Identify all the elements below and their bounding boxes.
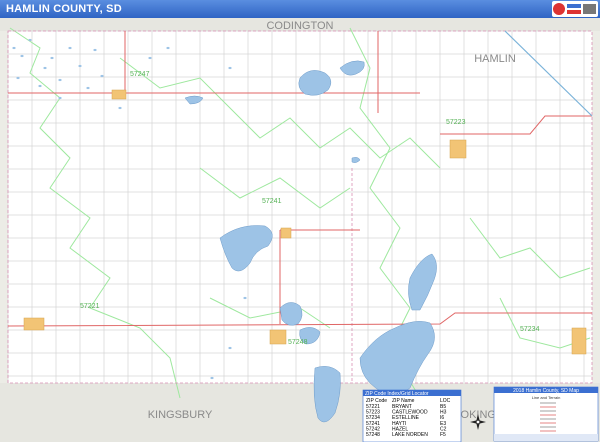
lake-tiny-2 bbox=[351, 157, 361, 163]
map-legend: 2018 Hamlin County, SD Map Line and Terr… bbox=[493, 386, 599, 442]
zip-label: 57221 bbox=[80, 303, 100, 310]
lake-small-1 bbox=[279, 302, 303, 326]
railroad-line bbox=[504, 30, 593, 117]
neighbor-band-west bbox=[0, 31, 8, 383]
pond bbox=[118, 106, 122, 110]
pond bbox=[228, 66, 232, 70]
map-page: HAMLIN COUNTY, SD CODINGTON HAMLIN KINGS… bbox=[0, 0, 600, 442]
pond bbox=[210, 376, 214, 380]
legend-scale-bar bbox=[494, 434, 598, 441]
locator-cell: F5 bbox=[440, 432, 446, 438]
town-hayti bbox=[280, 227, 292, 239]
locator-title: ZIP Code Index/Grid Locator bbox=[365, 391, 429, 397]
town-hazel bbox=[111, 89, 127, 100]
pond bbox=[43, 66, 47, 70]
town-bryant bbox=[23, 317, 45, 331]
lake-poinsett bbox=[219, 225, 273, 272]
zip-label: 57241 bbox=[262, 198, 282, 205]
town-estelline bbox=[571, 327, 587, 355]
locator-cell: LAKE NORDEN bbox=[392, 432, 428, 438]
zip-label: 57234 bbox=[520, 326, 540, 333]
lakes bbox=[184, 60, 437, 423]
map-title: HAMLIN COUNTY, SD bbox=[6, 3, 122, 15]
pond bbox=[58, 78, 62, 82]
pond bbox=[78, 64, 82, 68]
legend-title: 2018 Hamlin County, SD Map bbox=[513, 388, 579, 394]
highways bbox=[7, 31, 592, 327]
pond bbox=[12, 46, 16, 50]
zip-locator-table: ZIP Code Index/Grid Locator ZIP Code ZIP… bbox=[362, 389, 462, 442]
pond bbox=[148, 56, 152, 60]
title-bar: HAMLIN COUNTY, SD bbox=[0, 0, 600, 19]
zip-label: 57223 bbox=[446, 119, 466, 126]
legend-header: Line and Terrain bbox=[532, 395, 561, 400]
zip-label: 57248 bbox=[288, 339, 308, 346]
town-castlewood bbox=[449, 139, 467, 159]
pond bbox=[228, 346, 232, 350]
label-neighbor-south: KINGSBURY bbox=[148, 409, 213, 421]
pond bbox=[86, 86, 90, 90]
lake-long bbox=[408, 253, 437, 311]
zip-label: 57247 bbox=[130, 71, 150, 78]
locator-cell: 57248 bbox=[366, 432, 380, 438]
pond bbox=[93, 48, 97, 52]
pond bbox=[166, 46, 170, 50]
label-neighbor-northeast: HAMLIN bbox=[474, 53, 516, 65]
town-lake-norden bbox=[269, 329, 287, 345]
pond bbox=[100, 74, 104, 78]
pond bbox=[16, 76, 20, 80]
pond bbox=[50, 56, 54, 60]
pond bbox=[20, 54, 24, 58]
pond bbox=[38, 84, 42, 88]
pond bbox=[243, 296, 247, 300]
label-neighbor-north: CODINGTON bbox=[266, 20, 333, 32]
pond bbox=[68, 46, 72, 50]
publisher-logo bbox=[552, 1, 598, 17]
lake-north bbox=[298, 70, 332, 96]
zip-labels: 57247 57223 57241 57221 57248 57234 bbox=[80, 71, 540, 346]
neighbor-band-east bbox=[592, 31, 600, 383]
pond bbox=[28, 38, 32, 42]
county-map[interactable]: CODINGTON HAMLIN KINGSBURY BROOKINGS 572… bbox=[0, 18, 600, 442]
publisher-logo-icon bbox=[553, 3, 596, 15]
pond bbox=[58, 96, 62, 100]
towns bbox=[23, 89, 587, 355]
